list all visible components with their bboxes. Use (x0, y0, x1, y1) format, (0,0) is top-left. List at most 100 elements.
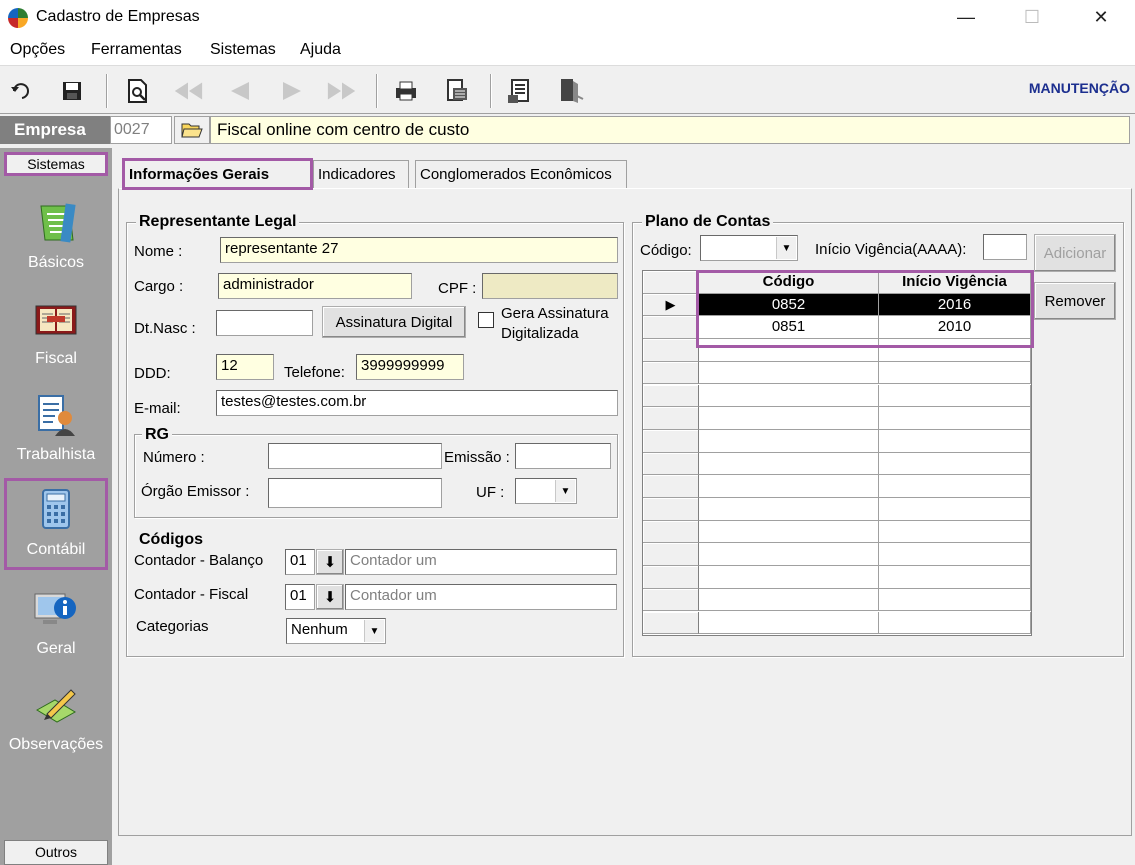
rg-numero-label: Número : (143, 449, 205, 466)
next-record-icon[interactable] (276, 76, 308, 106)
sidebar-footer[interactable]: Outros (4, 840, 108, 865)
table-row-empty[interactable] (643, 475, 1031, 498)
sidebar-item-geral[interactable]: Geral (4, 580, 108, 672)
grid-cell-codigo[interactable] (699, 520, 879, 544)
maximize-button[interactable]: ☐ (1009, 0, 1055, 34)
rg-uf-select[interactable]: ▼ (515, 478, 577, 504)
download-arrow-icon[interactable]: ⬇ (316, 584, 344, 610)
table-row-empty[interactable] (643, 566, 1031, 589)
table-row-empty[interactable] (643, 611, 1031, 635)
email-field[interactable]: testes@testes.com.br (216, 390, 618, 416)
table-row-empty[interactable] (643, 520, 1031, 544)
tab-conglomerados-economicos[interactable]: Conglomerados Econômicos (415, 160, 627, 188)
sidebar-item-observacoes[interactable]: Observações (4, 676, 108, 768)
grid-cell-inicio[interactable] (879, 543, 1031, 567)
grid-cell-inicio[interactable] (879, 498, 1031, 521)
sidebar-item-trabalhista[interactable]: Trabalhista (4, 386, 108, 478)
row-indicator (643, 498, 699, 521)
assinatura-digital-button[interactable]: Assinatura Digital (322, 306, 466, 338)
grid-cell-inicio[interactable] (879, 407, 1031, 430)
contador-balanco-code[interactable]: 01 (285, 549, 315, 575)
cpf-field[interactable] (482, 273, 618, 299)
exit-door-icon[interactable] (554, 76, 586, 106)
grid-cell-codigo[interactable] (699, 566, 879, 589)
grid-cell-codigo[interactable] (699, 588, 879, 612)
grid-cell-codigo[interactable] (699, 498, 879, 521)
grid-cell-codigo[interactable] (699, 429, 879, 453)
empresa-name-field[interactable]: Fiscal online com centro de custo (210, 116, 1130, 144)
grid-cell-inicio[interactable] (879, 588, 1031, 612)
grid-cell-inicio[interactable] (879, 475, 1031, 498)
empresa-code-field[interactable]: 0027 (110, 116, 172, 144)
nome-field[interactable]: representante 27 (220, 237, 618, 263)
telefone-field[interactable]: 3999999999 (356, 354, 464, 380)
grid-cell-codigo[interactable] (699, 611, 879, 635)
grid-cell-inicio[interactable] (879, 361, 1031, 385)
grid-cell-codigo[interactable] (699, 543, 879, 567)
cargo-label: Cargo : (134, 278, 184, 295)
grid-cell-inicio[interactable] (879, 566, 1031, 589)
print-icon[interactable] (390, 76, 422, 106)
grid-cell-inicio[interactable] (879, 384, 1031, 408)
gera-assinatura-checkbox[interactable] (478, 312, 494, 328)
categorias-label: Categorias (136, 618, 209, 635)
grid-cell-codigo[interactable] (699, 361, 879, 385)
table-row-empty[interactable] (643, 361, 1031, 385)
grid-cell-codigo[interactable] (699, 407, 879, 430)
menu-sistemas[interactable]: Sistemas (210, 41, 276, 59)
menu-ajuda[interactable]: Ajuda (300, 41, 341, 59)
open-folder-icon[interactable] (174, 116, 210, 144)
grid-cell-inicio[interactable] (879, 611, 1031, 635)
table-row-empty[interactable] (643, 452, 1031, 476)
row-indicator (643, 361, 699, 385)
sidebar-item-basicos[interactable]: Básicos (4, 194, 108, 286)
contador-fiscal-name[interactable]: Contador um (345, 584, 617, 610)
grid-cell-inicio[interactable] (879, 429, 1031, 453)
grid-cell-codigo[interactable] (699, 384, 879, 408)
dtnasc-label: Dt.Nasc : (134, 320, 196, 337)
table-row-empty[interactable] (643, 543, 1031, 567)
menu-opcoes[interactable]: Opções (10, 41, 65, 59)
grid-cell-codigo[interactable] (699, 475, 879, 498)
plano-contas-title: Plano de Contas (642, 213, 774, 231)
sidebar-item-fiscal[interactable]: Fiscal (4, 290, 108, 382)
previous-record-icon[interactable] (224, 76, 256, 106)
contador-balanco-name[interactable]: Contador um (345, 549, 617, 575)
contador-fiscal-code[interactable]: 01 (285, 584, 315, 610)
rg-orgao-field[interactable] (268, 478, 442, 508)
download-arrow-icon[interactable]: ⬇ (316, 549, 344, 575)
tab-indicadores[interactable]: Indicadores (313, 160, 409, 188)
minimize-button[interactable]: — (943, 0, 989, 34)
sidebar-item-contabil[interactable]: Contábil (4, 478, 108, 570)
toolbar-separator (490, 74, 492, 108)
print-setup-icon[interactable] (442, 76, 474, 106)
table-row-empty[interactable] (643, 384, 1031, 408)
dtnasc-field[interactable] (216, 310, 313, 336)
adicionar-button[interactable]: Adicionar (1034, 234, 1116, 272)
undo-icon[interactable] (6, 76, 38, 106)
grid-cell-inicio[interactable] (879, 520, 1031, 544)
grid-cell-codigo[interactable] (699, 452, 879, 476)
table-row-empty[interactable] (643, 588, 1031, 612)
remover-button[interactable]: Remover (1034, 282, 1116, 320)
save-icon[interactable] (56, 76, 88, 106)
last-record-icon[interactable] (326, 76, 358, 106)
table-row-empty[interactable] (643, 429, 1031, 453)
report-icon[interactable] (504, 76, 536, 106)
sidebar-header[interactable]: Sistemas (4, 152, 108, 176)
preview-icon[interactable] (122, 76, 154, 106)
menu-ferramentas[interactable]: Ferramentas (91, 41, 182, 59)
table-row-empty[interactable] (643, 498, 1031, 521)
ddd-field[interactable]: 12 (216, 354, 274, 380)
first-record-icon[interactable] (172, 76, 204, 106)
inicio-vigencia-field[interactable] (983, 234, 1027, 260)
cargo-field[interactable]: administrador (218, 273, 412, 299)
categorias-select[interactable]: Nenhum ▼ (286, 618, 386, 644)
rg-emissao-field[interactable] (515, 443, 611, 469)
plano-codigo-select[interactable]: ▼ (700, 235, 798, 261)
table-row-empty[interactable] (643, 407, 1031, 430)
close-button[interactable]: ✕ (1078, 0, 1124, 34)
tab-informacoes-gerais[interactable]: Informações Gerais (122, 158, 313, 190)
grid-cell-inicio[interactable] (879, 452, 1031, 476)
rg-numero-field[interactable] (268, 443, 442, 469)
